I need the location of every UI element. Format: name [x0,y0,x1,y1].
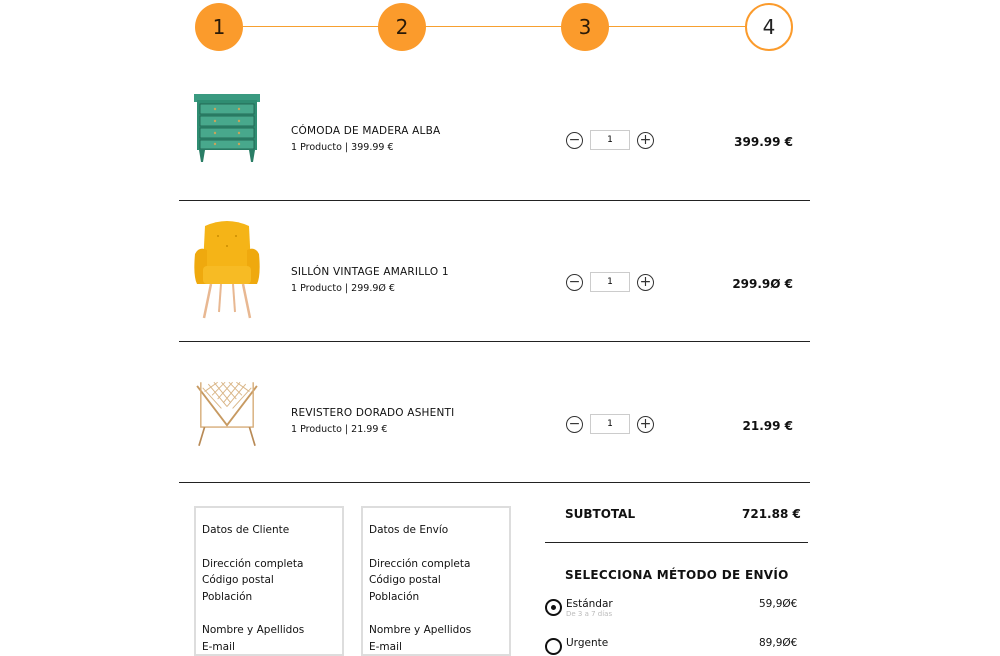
stepper-line [219,26,769,27]
quantity-stepper: − + [566,130,654,150]
plus-icon[interactable]: + [637,273,654,291]
client-city-line: Población [202,590,253,603]
step-3-label: 3 [578,15,592,39]
cart-item: Sillón vintage amarillo 1 1 Producto | 2… [179,200,810,342]
step-2[interactable]: 2 [378,3,426,51]
quantity-input[interactable] [590,414,630,434]
cart-item: Revistero dorado Ashenti 1 Producto | 21… [179,341,810,483]
shipping-data-box[interactable]: Datos de Envío Dirección completa Código… [361,506,511,656]
shipping-data-title: Datos de Envío [369,524,449,536]
product-name[interactable]: Cómoda de madera Alba [291,125,440,137]
step-4[interactable]: 4 [745,3,793,51]
shipping-address-line: Dirección completa [369,557,471,570]
product-meta: 1 Producto | 299.9Ø € [291,283,395,294]
green-dresser-image [194,94,260,162]
divider [545,542,808,543]
client-data-title: Datos de Cliente [202,524,290,536]
shipping-postal-line: Código postal [369,574,441,586]
minus-icon[interactable]: − [566,131,583,149]
shipping-name-line: Nombre y Apellidos [369,624,472,636]
quantity-stepper: − + [566,414,654,434]
shipping-standard-label[interactable]: Estándar [566,598,613,610]
gold-magazine-rack-image [196,381,258,447]
step-1-label: 1 [212,15,226,39]
item-price: 21.99 € [742,419,793,433]
client-postal-line: Código postal [202,574,274,586]
checkout-stepper: 1 2 3 4 [0,0,1000,60]
quantity-stepper: − + [566,272,654,292]
shipping-standard-sub: De 3 a 7 días [566,610,613,618]
client-email-line: E-mail [202,640,235,653]
step-2-label: 2 [395,15,409,39]
client-data-box[interactable]: Datos de Cliente Dirección completa Códi… [194,506,344,656]
product-name[interactable]: Revistero dorado Ashenti [291,407,454,419]
quantity-input[interactable] [590,130,630,150]
step-1[interactable]: 1 [195,3,243,51]
step-4-label: 4 [762,15,776,39]
minus-icon[interactable]: − [566,415,583,433]
shipping-urgent-label[interactable]: Urgente [566,637,608,649]
shipping-method-title: Selecciona método de envío [565,568,789,582]
client-address-line: Dirección completa [202,557,304,570]
shipping-standard-price: 59,9Ø€ [759,598,798,610]
product-meta: 1 Producto | 399.99 € [291,142,394,153]
shipping-urgent-radio[interactable] [545,638,562,655]
item-price: 299.9Ø € [732,277,793,291]
product-name[interactable]: Sillón vintage amarillo 1 [291,266,449,278]
plus-icon[interactable]: + [637,415,654,433]
yellow-armchair-image [194,221,260,319]
plus-icon[interactable]: + [637,131,654,149]
product-meta: 1 Producto | 21.99 € [291,424,388,435]
subtotal-label: SUBTOTAL [565,507,636,521]
shipping-standard-radio[interactable] [545,599,562,616]
shipping-city-line: Población [369,590,420,603]
shipping-urgent-price: 89,9Ø€ [759,637,798,649]
step-3[interactable]: 3 [561,3,609,51]
cart-item: Cómoda de madera Alba 1 Producto | 399.9… [179,59,810,201]
client-name-line: Nombre y Apellidos [202,624,305,636]
subtotal-value: 721.88 € [742,507,801,521]
item-price: 399.99 € [734,135,793,149]
minus-icon[interactable]: − [566,273,583,291]
quantity-input[interactable] [590,272,630,292]
shipping-email-line: E-mail [369,640,402,653]
